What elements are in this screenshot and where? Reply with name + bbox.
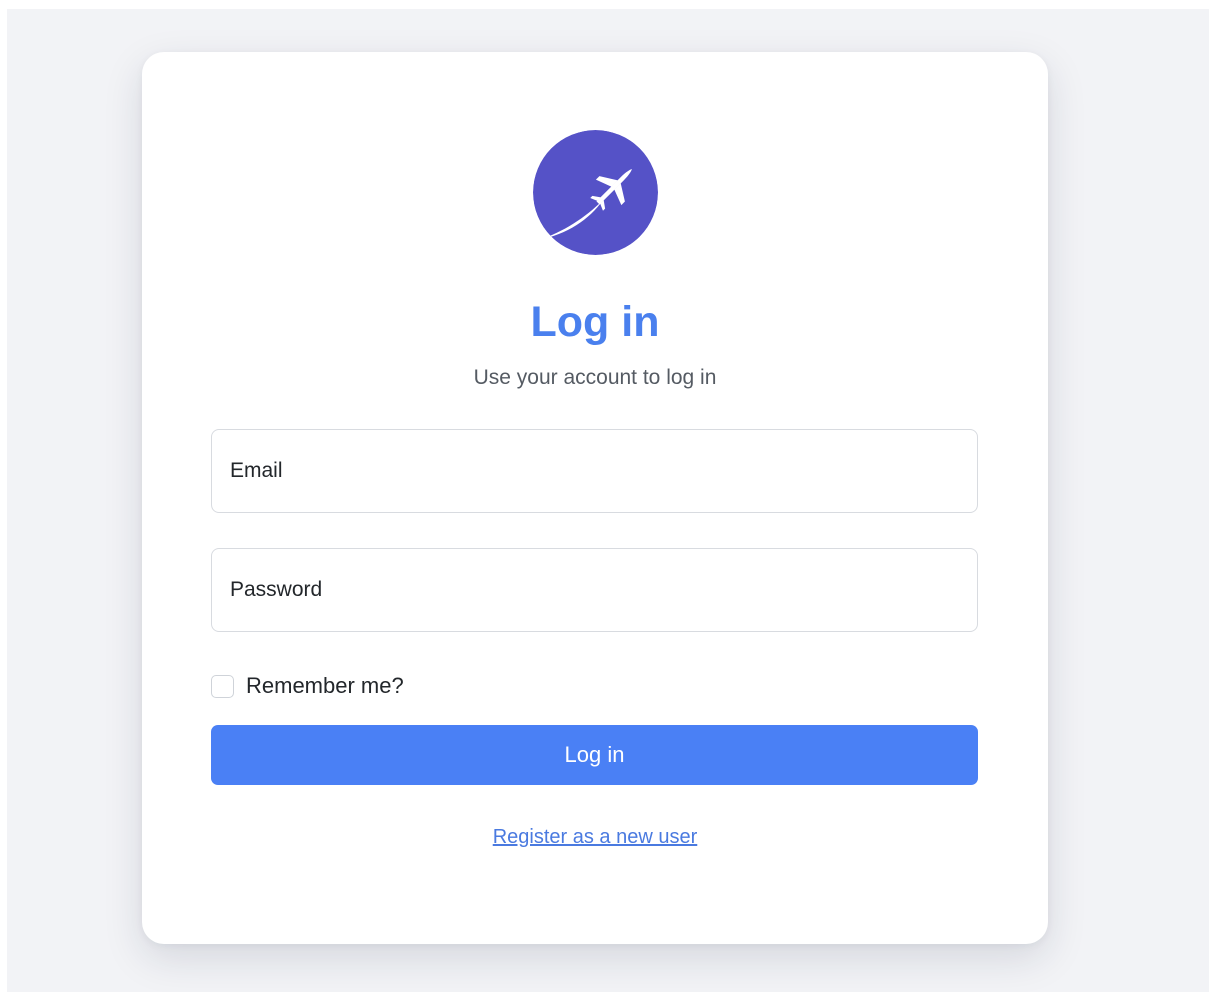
remember-me-label[interactable]: Remember me? <box>246 673 404 699</box>
airplane-icon <box>533 130 658 255</box>
password-field-container <box>211 548 978 632</box>
register-link-container: Register as a new user <box>142 823 1048 851</box>
app-logo <box>533 130 658 255</box>
remember-me-checkbox[interactable] <box>211 674 234 698</box>
register-link[interactable]: Register as a new user <box>493 826 698 848</box>
email-field-container <box>211 429 978 513</box>
remember-me-row: Remember me? <box>211 672 404 700</box>
login-button[interactable]: Log in <box>211 725 978 785</box>
email-field[interactable] <box>212 430 977 512</box>
password-field[interactable] <box>212 549 977 631</box>
page-title: Log in <box>530 298 660 346</box>
page-subtitle: Use your account to log in <box>473 366 717 389</box>
